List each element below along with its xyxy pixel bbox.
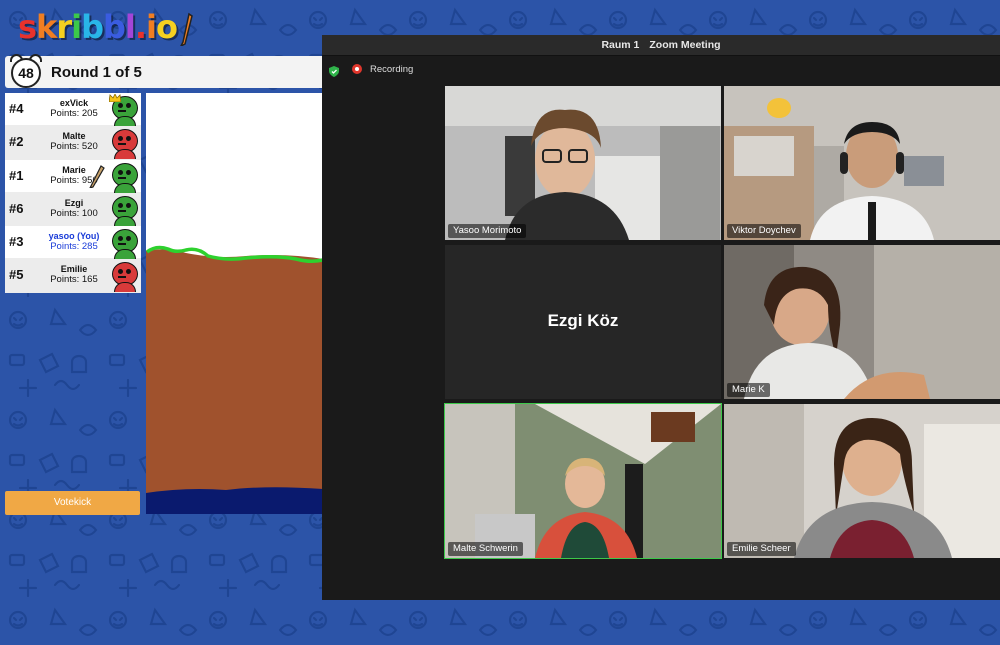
brown-ground-fill [146,249,323,514]
player-avatar [109,194,139,226]
logo-letter: l [124,8,136,46]
player-name: Emilie [60,264,88,275]
player-rank: #2 [9,134,24,150]
player-rank: #4 [9,101,24,116]
logo-letter: i [146,8,157,46]
player-row[interactable]: #1 Marie Points: 950 [5,160,141,193]
participant-name: Malte Schwerin [448,542,523,556]
room-name: Raum 1 [601,39,640,51]
player-points: Points: 165 [50,274,98,286]
player-name: Ezgi [64,197,84,208]
video-tile-marie[interactable]: Marie K [724,245,1000,399]
video-tile-yasoo[interactable]: Yasoo Morimoto [445,86,721,240]
zoom-meeting-window: Raum 1 Zoom Meeting Recording Yasoo Morim… [322,35,1000,600]
emilie-video-feed [724,404,1000,558]
player-avatar [109,260,139,293]
participant-display-name: Ezgi Köz [547,311,619,330]
round-label: Round 1 of 5 [51,64,142,81]
video-tile-emilie[interactable]: Emilie Scheer [724,404,1000,558]
zoom-app-title: Zoom Meeting [649,39,721,51]
record-icon [352,64,362,74]
participant-name: Marie K [727,383,770,397]
player-avatar [109,227,139,260]
player-points: Points: 100 [50,207,98,219]
player-row[interactable]: #2 Malte Points: 520 [5,126,141,160]
round-header: 48 Round 1 of 5 [5,54,325,88]
recording-indicator[interactable]: Recording [352,62,413,76]
player-list: #4 exVick Points: 205 #2 Malte Points: 5… [5,93,141,293]
logo-letter: i [71,8,82,46]
participant-name: Yasoo Morimoto [448,224,527,238]
player-name: yasoo (You) [48,231,100,242]
player-rank: #5 [9,267,24,283]
logo-letter: s [18,8,37,46]
malte-video-feed [445,404,721,558]
round-timer: 48 [11,58,41,88]
player-rank: #3 [9,234,24,250]
drawing-canvas[interactable] [146,93,323,514]
shield-icon[interactable] [329,64,339,77]
alarm-clock-icon: 48 [9,54,42,88]
player-rank: #1 [9,167,24,183]
player-name: exVick [59,98,89,108]
player-points: Points: 205 [50,108,98,119]
player-row[interactable]: #6 Ezgi Points: 100 [5,192,141,227]
logo-letter: . [134,8,147,46]
zoom-titlebar: Raum 1 Zoom Meeting [322,35,1000,56]
logo-letter: r [56,8,72,46]
player-rank: #6 [9,200,24,216]
player-points: Points: 285 [50,241,98,253]
player-points: Points: 520 [50,141,98,153]
player-row[interactable]: #4 exVick Points: 205 [5,93,141,127]
logo-letter: b [102,8,126,46]
logo-letter: k [36,8,57,46]
crown-icon [108,89,122,103]
pencil-icon [179,12,193,48]
logo-letter: o [155,8,178,46]
player-row[interactable]: #5 Emilie Points: 165 [5,259,141,293]
player-row[interactable]: #3 yasoo (You) Points: 285 [5,226,141,260]
player-avatar [109,161,139,193]
logo-letter: b [81,8,104,46]
votekick-button[interactable]: Votekick [5,491,140,515]
participant-name: Emilie Scheer [727,542,796,556]
viktor-video-feed [724,86,1000,240]
video-tile-viktor[interactable]: Viktor Doychev [724,86,1000,240]
skribbl-logo: skribbl.io [18,4,193,48]
participant-name: Viktor Doychev [727,224,801,238]
player-avatar [109,127,139,160]
video-tile-ezgi[interactable]: Ezgi Köz [445,245,721,399]
recording-label: Recording [370,63,414,75]
yasoo-video-feed [445,86,721,240]
player-name: Malte [62,131,86,142]
drawing-pencil-icon [88,162,105,189]
blue-water-fill [146,487,323,514]
marie-video-feed [724,245,1000,399]
video-tile-malte[interactable]: Malte Schwerin [444,403,722,559]
